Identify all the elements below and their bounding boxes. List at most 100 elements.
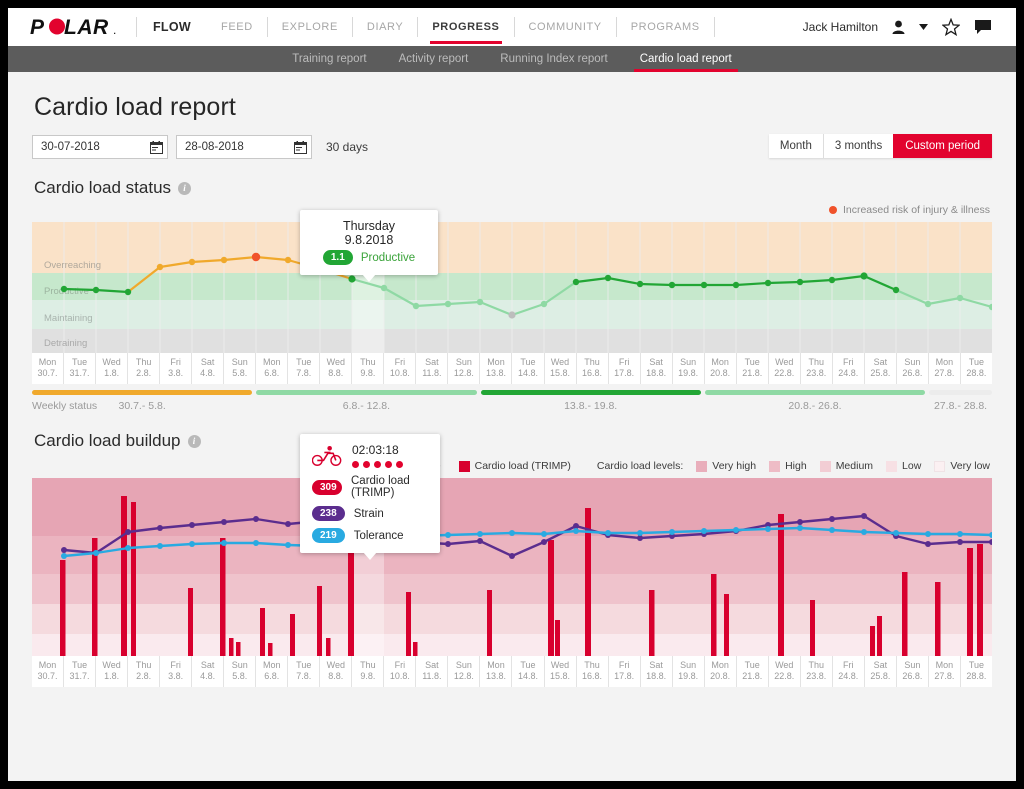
period-3months-button[interactable]: 3 months xyxy=(822,134,894,158)
user-area: Jack Hamilton xyxy=(803,18,1000,36)
nav-item-explore[interactable]: EXPLORE xyxy=(268,8,352,46)
status-tooltip: Thursday 9.8.2018 1.1 Productive xyxy=(300,210,438,282)
svg-text:P: P xyxy=(30,16,45,38)
buildup-tooltip-duration: 02:03:18 xyxy=(352,443,399,457)
star-icon[interactable] xyxy=(942,18,960,36)
date-from-input[interactable] xyxy=(41,141,150,153)
axis-tick: Sat 11.8. xyxy=(415,353,448,384)
axis-tick: Thu 16.8. xyxy=(575,656,608,687)
tab-cardio-load-report[interactable]: Cardio load report xyxy=(624,46,748,72)
weekly-bar[interactable] xyxy=(256,390,477,395)
risk-dot-icon xyxy=(828,206,837,214)
axis-tick: Wed 15.8. xyxy=(543,353,576,384)
axis-tick: Mon 20.8. xyxy=(703,353,736,384)
cardio-load-status-chart[interactable]: Overreaching Productive Maintaining Detr… xyxy=(32,210,992,353)
axis-tick: Mon 6.8. xyxy=(255,353,288,384)
cardio-load-buildup-chart[interactable]: 02:03:18 309 Cardio load (TRIMP) 238 Str… xyxy=(32,434,992,656)
info-icon[interactable]: i xyxy=(178,181,192,195)
axis-tick: Sat 18.8. xyxy=(639,353,672,384)
tolerance-value: 219 xyxy=(312,528,345,543)
tolerance-label: Tolerance xyxy=(353,529,404,542)
axis-tick: Sat 11.8. xyxy=(415,656,448,687)
buildup-bar-chart[interactable] xyxy=(32,478,992,656)
axis-tick: Tue 21.8. xyxy=(735,656,768,687)
nav-item-feed[interactable]: FEED xyxy=(207,8,267,46)
period-custom-button[interactable]: Custom period xyxy=(893,134,992,158)
axis-tick: Sun 26.8. xyxy=(895,353,928,384)
risk-legend-row: Increased risk of injury & illness xyxy=(32,204,992,218)
status-chart-x-axis: Mon 30.7. Tue 31.7. Wed 1.8. Thu 2.8. Fri 3.8… xyxy=(32,353,992,384)
levels-label: Cardio load levels: xyxy=(596,460,684,472)
legend-cardio-load[interactable]: Cardio load (TRIMP) xyxy=(458,460,571,472)
weekly-bar[interactable] xyxy=(480,390,701,395)
axis-tick: Fri 24.8. xyxy=(831,353,864,384)
app-window: P LAR . FLOW FEED EXPLORE DIARY PROGRESS… xyxy=(8,8,1016,781)
axis-tick: Sat 25.8. xyxy=(863,353,896,384)
cardio-load-status-title: Cardio load status xyxy=(34,178,172,197)
axis-tick: Thu 16.8. xyxy=(575,353,608,384)
weekly-bar[interactable] xyxy=(929,390,992,395)
weekly-bar[interactable] xyxy=(704,390,926,395)
cardio-load-buildup-heading: Cardio load buildup i xyxy=(34,431,992,451)
axis-tick: Wed 22.8. xyxy=(767,353,800,384)
axis-tick: Tue 31.7. xyxy=(63,656,96,687)
nav-item-progress[interactable]: PROGRESS xyxy=(418,8,513,46)
axis-tick: Tue 7.8. xyxy=(287,656,320,687)
axis-tick: Mon 13.8. xyxy=(479,656,512,687)
strain-value: 238 xyxy=(312,506,345,521)
calendar-icon[interactable] xyxy=(150,140,163,154)
info-icon[interactable]: i xyxy=(187,434,201,448)
intensity-dots xyxy=(352,461,403,468)
risk-point xyxy=(251,252,261,262)
axis-tick: Wed 22.8. xyxy=(767,656,800,687)
date-from-field[interactable] xyxy=(32,135,168,159)
cardio-load-value: 309 xyxy=(312,479,342,495)
axis-tick: Wed 8.8. xyxy=(319,656,352,687)
band-label-detraining: Detraining xyxy=(44,338,87,349)
axis-tick: Fri 10.8. xyxy=(383,656,416,687)
date-to-field[interactable] xyxy=(176,135,312,159)
chevron-down-icon[interactable] xyxy=(919,24,928,30)
status-line-chart[interactable]: Overreaching Productive Maintaining Detr… xyxy=(32,222,992,353)
weekly-range: 27.8.- 28.8. xyxy=(933,400,988,412)
axis-tick: Sun 12.8. xyxy=(447,656,480,687)
axis-tick: Fri 10.8. xyxy=(383,353,416,384)
level-band-very-low xyxy=(32,634,992,656)
tab-activity-report[interactable]: Activity report xyxy=(383,46,485,72)
level-swatch xyxy=(934,460,946,472)
axis-tick: Sun 5.8. xyxy=(223,656,256,687)
period-month-button[interactable]: Month xyxy=(768,134,823,158)
nav-flow-label[interactable]: FLOW xyxy=(137,20,207,34)
nav-item-programs[interactable]: PROGRAMS xyxy=(617,8,714,46)
band-label-maintaining: Maintaining xyxy=(44,313,93,324)
nav-item-community[interactable]: COMMUNITY xyxy=(515,8,616,46)
buildup-tooltip-header: 02:03:18 xyxy=(312,443,428,468)
tab-running-index-report[interactable]: Running Index report xyxy=(484,46,623,72)
axis-tick: Thu 2.8. xyxy=(127,353,160,384)
weekly-range: 6.8.- 12.8. xyxy=(342,400,391,412)
date-to-input[interactable] xyxy=(185,141,294,153)
risk-legend-label: Increased risk of injury & illness xyxy=(842,204,990,216)
weekly-status-section: Weekly status 30.7.- 5.8. 6.8.- 12.8. 13… xyxy=(32,390,992,418)
axis-tick: Thu 23.8. xyxy=(799,353,832,384)
axis-tick: Mon 27.8. xyxy=(927,656,960,687)
user-icon[interactable] xyxy=(892,20,905,34)
weekly-bar[interactable] xyxy=(32,390,253,395)
level-band-low xyxy=(32,604,992,634)
calendar-icon[interactable] xyxy=(294,140,307,154)
axis-tick: Mon 13.8. xyxy=(479,353,512,384)
axis-tick: Mon 6.8. xyxy=(255,656,288,687)
buildup-legend: Strain Tolerance Cardio load (TRIMP) Car… xyxy=(32,457,992,475)
polar-logo[interactable]: P LAR . xyxy=(30,16,122,38)
period-selector: Month 3 months Custom period xyxy=(768,134,992,158)
level-label: Medium xyxy=(835,460,874,472)
nav-item-diary[interactable]: DIARY xyxy=(353,8,417,46)
message-icon[interactable] xyxy=(974,19,992,35)
axis-tick: Fri 3.8. xyxy=(159,656,192,687)
axis-tick: Mon 30.7. xyxy=(32,656,64,687)
level-label: Very low xyxy=(950,460,990,472)
tab-training-report[interactable]: Training report xyxy=(276,46,382,72)
svg-text:LAR: LAR xyxy=(64,16,109,38)
level-high: High xyxy=(769,460,807,472)
axis-tick: Sat 4.8. xyxy=(191,353,224,384)
